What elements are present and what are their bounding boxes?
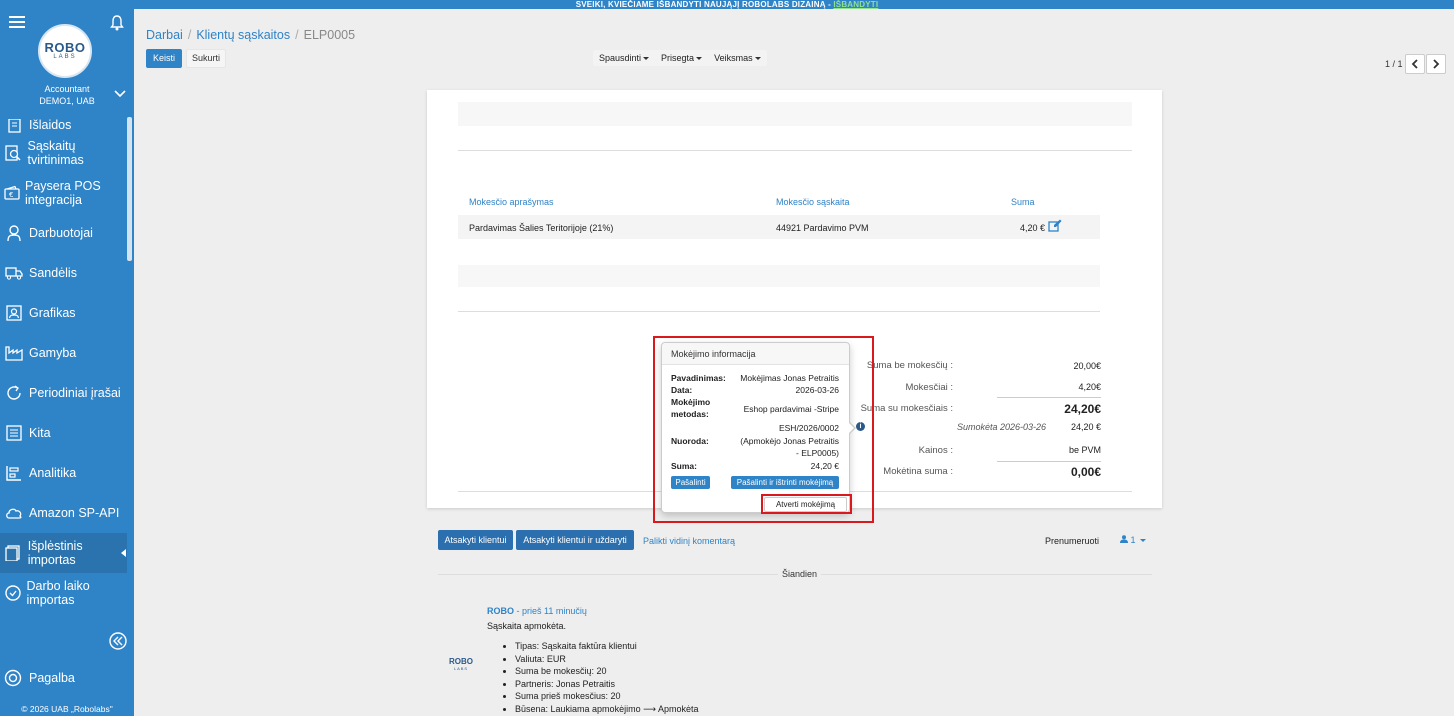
factory-icon <box>4 344 24 362</box>
create-button[interactable]: Sukurti <box>186 49 226 68</box>
list-item: Tipas: Sąskaita faktūra klientui <box>515 640 699 653</box>
pager-previous-button[interactable] <box>1405 54 1425 74</box>
banner-text: SVEIKI, KVIEČIAME IŠBANDYTI NAUJĄJĮ ROBO… <box>575 0 834 9</box>
company-logo: ROBO LABS <box>38 24 92 78</box>
reply-close-button[interactable]: Atsakyti klientui ir uždaryti <box>516 530 634 550</box>
help-link[interactable]: Pagalba <box>4 669 75 687</box>
chevron-left-icon <box>1411 59 1418 69</box>
highlight-box-open-payment <box>761 494 852 514</box>
tax-amount-cell: 4,20 € <box>1020 223 1046 233</box>
attachments-dropdown[interactable]: Prisegta <box>655 50 708 66</box>
sidebar-item-grafikas[interactable]: Grafikas <box>0 293 127 333</box>
wallet-icon: € <box>4 184 20 202</box>
sidebar-item-analitika[interactable]: Analitika <box>0 453 127 493</box>
amount-due-value: 0,00€ <box>1070 465 1101 479</box>
form-toolbar: Spausdinti Prisegta Veiksmas <box>593 50 767 66</box>
pager-counter: 1 / 1 <box>1385 59 1403 69</box>
prices-value: be PVM <box>1068 445 1101 455</box>
total-value: 24,20€ <box>1064 402 1101 416</box>
sidebar-item-kita[interactable]: Kita <box>0 413 127 453</box>
sidebar-item-saskaitu-tvirtinimas[interactable]: Sąskaitų tvirtinimas <box>0 133 127 173</box>
clock-icon <box>4 584 22 602</box>
divider <box>458 150 1132 151</box>
caret-down-icon <box>696 57 703 61</box>
document-icon <box>4 544 23 562</box>
tax-account-cell: 44921 Pardavimo PVM <box>776 223 869 233</box>
paid-label: Sumokėta 2026-03-26 <box>956 422 1046 432</box>
caret-down-icon <box>643 57 650 61</box>
divider <box>458 311 1100 312</box>
breadcrumb-klientu-saskaitos[interactable]: Klientų sąskaitos <box>196 28 290 42</box>
chevron-down-icon[interactable] <box>114 89 126 99</box>
copyright: © 2026 UAB „Robolabs" <box>21 704 113 714</box>
action-dropdown[interactable]: Veiksmas <box>708 50 767 66</box>
cloud-icon <box>4 504 24 522</box>
eye-icon <box>4 144 22 162</box>
receipt-icon <box>4 117 24 133</box>
svg-text:€: € <box>9 191 13 199</box>
top-banner: SVEIKI, KVIEČIAME IŠBANDYTI NAUJĄJĮ ROBO… <box>0 0 1454 9</box>
empty-row <box>458 102 1132 126</box>
banner-try-link[interactable]: IŠBANDYTI <box>833 0 878 9</box>
hamburger-menu-icon[interactable] <box>9 16 25 28</box>
sidebar-nav: Išlaidos Sąskaitų tvirtinimas € Paysera … <box>0 117 127 613</box>
empty-row <box>458 265 1100 287</box>
sidebar: ROBO LABS Accountant DEMO1, UAB Išlaidos… <box>0 9 134 716</box>
followers-dropdown[interactable]: 1 <box>1120 535 1147 545</box>
message-title: Sąskaita apmokėta. <box>487 621 567 631</box>
sidebar-item-darbo-laiko-importas[interactable]: Darbo laiko importas <box>0 573 127 613</box>
sidebar-item-gamyba[interactable]: Gamyba <box>0 333 127 373</box>
print-dropdown[interactable]: Spausdinti <box>593 50 655 66</box>
taxes-value: 4,20€ <box>1078 382 1101 392</box>
sidebar-item-periodiniai[interactable]: Periodiniai įrašai <box>0 373 127 413</box>
col-tax-description[interactable]: Mokesčio aprašymas <box>469 197 554 207</box>
list-item: Suma prieš mokesčius: 20 <box>515 690 699 703</box>
internal-note-link[interactable]: Palikti vidinį komentarą <box>643 536 735 546</box>
sidebar-item-islaidos[interactable]: Išlaidos <box>0 117 127 133</box>
lifebuoy-icon <box>4 669 22 687</box>
sidebar-item-paysera-pos[interactable]: € Paysera POS integracija <box>0 173 127 213</box>
reply-client-button[interactable]: Atsakyti klientui <box>438 530 513 550</box>
sidebar-item-amazon[interactable]: Amazon SP-API <box>0 493 127 533</box>
collapse-sidebar-icon[interactable] <box>109 632 127 650</box>
user-icon <box>4 224 24 242</box>
list-item: Būsena: Laukiama apmokėjimo ⟶ Apmokėta <box>515 703 699 716</box>
breadcrumb-current: ELP0005 <box>303 28 356 42</box>
calendar-user-icon <box>4 304 24 322</box>
col-tax-amount[interactable]: Suma <box>1011 197 1035 207</box>
untaxed-value: 20,00€ <box>1073 361 1101 371</box>
date-separator: Šiandien <box>778 569 822 579</box>
breadcrumb-darbai[interactable]: Darbai <box>146 28 183 42</box>
sidebar-scrollbar[interactable] <box>127 117 132 261</box>
truck-icon <box>4 264 24 282</box>
tax-description-cell: Pardavimas Šalies Teritorijoje (21%) <box>469 223 614 233</box>
list-item: Valiuta: EUR <box>515 653 699 666</box>
sidebar-item-sandelis[interactable]: Sandėlis <box>0 253 127 293</box>
refresh-icon <box>4 384 24 402</box>
chart-icon <box>4 464 24 482</box>
edit-button[interactable]: Keisti <box>146 49 182 68</box>
chevron-right-icon <box>1433 59 1440 69</box>
pager-next-button[interactable] <box>1426 54 1446 74</box>
author-avatar: ROBO LABS <box>449 657 473 671</box>
col-tax-account[interactable]: Mokesčio sąskaita <box>776 197 850 207</box>
paid-value: 24,20 € <box>1070 422 1101 432</box>
user-icon <box>1120 535 1128 543</box>
list-icon <box>4 424 24 442</box>
bell-icon[interactable] <box>110 15 124 31</box>
message-author: ROBO - prieš 11 minučių <box>487 606 587 616</box>
caret-down-icon <box>1140 539 1147 543</box>
subscribe-button[interactable]: Prenumeruoti <box>1045 536 1099 546</box>
edit-icon[interactable] <box>1048 219 1062 232</box>
sidebar-item-darbuotojai[interactable]: Darbuotojai <box>0 213 127 253</box>
caret-down-icon <box>754 57 761 61</box>
breadcrumb: Darbai / Klientų sąskaitos / ELP0005 <box>146 28 356 42</box>
message-changes-list: Tipas: Sąskaita faktūra klientui Valiuta… <box>515 640 699 716</box>
sidebar-item-isplestinis-importas[interactable]: Išplėstinis importas <box>0 533 127 573</box>
list-item: Suma be mokesčių: 20 <box>515 665 699 678</box>
list-item: Partneris: Jonas Petraitis <box>515 678 699 691</box>
